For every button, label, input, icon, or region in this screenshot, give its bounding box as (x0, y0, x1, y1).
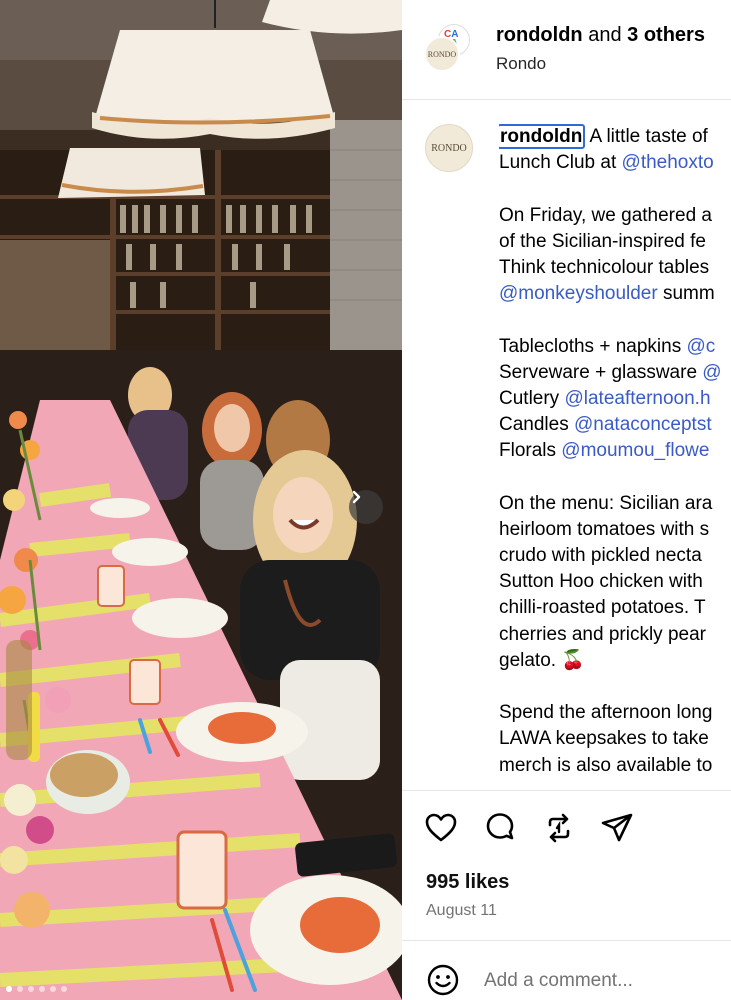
caption-text: On the menu: Sicilian ara (499, 492, 713, 514)
caption-paragraph-gap (499, 674, 731, 700)
caption-line: On the menu: Sicilian ara (499, 491, 731, 517)
caption-line: Sutton Hoo chicken with (499, 569, 731, 595)
carousel-dot[interactable] (17, 986, 23, 992)
caption-line: Spend the afternoon long (499, 700, 731, 726)
caption-text: Cutlery (499, 387, 565, 409)
other-authors-link[interactable]: 3 others (627, 24, 705, 46)
caption-line: heirloom tomatoes with s (499, 517, 731, 543)
caption-mention-link[interactable]: @moumou_flowe (561, 440, 709, 461)
caption-mention-link[interactable]: @monkeyshoulder (499, 283, 658, 304)
caption-line: Lunch Club at @thehoxto (499, 150, 731, 176)
caption-line: of the Sicilian-inspired fe (499, 229, 731, 255)
repost-icon[interactable] (542, 811, 576, 845)
caption-text: summ (657, 283, 715, 305)
caption-first-line-text: A little taste of (585, 126, 708, 147)
caption-mention-link[interactable]: @thehoxto (622, 152, 714, 173)
caption-text: of the Sicilian-inspired fe (499, 230, 706, 252)
post-header: CA SA RONDO rondoldn and 3 others Rondo (402, 0, 731, 100)
caption-text: LAWA keepsakes to take (499, 728, 709, 750)
caption-line: @monkeyshoulder summ (499, 281, 731, 307)
heart-icon[interactable] (424, 811, 458, 845)
authors-connector: and (588, 24, 622, 46)
caption-line: Cutlery @lateafternoon.h (499, 386, 731, 412)
caption-paragraph-gap (499, 176, 731, 202)
post-photo (0, 0, 402, 1000)
post-authors[interactable]: rondoldn and 3 others (496, 24, 705, 47)
comment-bar (402, 940, 731, 1000)
caption-text: Florals (499, 440, 562, 462)
carousel-dot[interactable] (39, 986, 45, 992)
smiley-icon[interactable] (426, 963, 460, 997)
caption-line: crudo with pickled necta (499, 543, 731, 569)
caption-author-avatar[interactable]: RONDO (425, 124, 473, 172)
send-icon[interactable] (600, 811, 634, 845)
carousel-dot[interactable] (28, 986, 34, 992)
post-date[interactable]: August 11 (426, 902, 497, 920)
post-details-panel: CA SA RONDO rondoldn and 3 others Rondo … (402, 0, 731, 1000)
post-caption: rondoldn A little taste of Lunch Club at… (499, 124, 731, 782)
chevron-right-icon (352, 490, 361, 504)
caption-text: Tablecloths + napkins (499, 335, 687, 357)
caption-line: Florals @moumou_flowe (499, 438, 731, 464)
comment-input[interactable] (484, 967, 724, 995)
caption-text: gelato. 🍒 (499, 649, 585, 671)
caption-text: chilli-roasted potatoes. T (499, 597, 706, 619)
caption-line: On Friday, we gathered a (499, 203, 731, 229)
caption-line: gelato. 🍒 (499, 648, 731, 674)
caption-text: On Friday, we gathered a (499, 204, 712, 226)
carousel-dot[interactable] (61, 986, 67, 992)
caption-line: Candles @nataconceptst (499, 412, 731, 438)
caption-text: merch is also available to (499, 754, 713, 776)
caption-mention-link[interactable]: @ (702, 362, 721, 383)
caption-mention-link[interactable]: @c (686, 336, 715, 357)
caption-line: chilli-roasted potatoes. T (499, 595, 731, 621)
caption-username-link[interactable]: rondoldn (499, 124, 586, 149)
author-username[interactable]: rondoldn (496, 24, 583, 46)
caption-text: Serveware + glassware (499, 361, 703, 383)
caption-text: heirloom tomatoes with s (499, 518, 710, 540)
photo-illustration (0, 0, 402, 1000)
caption-text: Lunch Club at (499, 152, 622, 174)
caption-text: Think technicolour tables (499, 256, 710, 278)
carousel-dot[interactable] (6, 986, 12, 992)
caption-line: cherries and prickly pear (499, 622, 731, 648)
post-location[interactable]: Rondo (496, 54, 546, 74)
caption-text: cherries and prickly pear (499, 623, 706, 645)
caption-first-line: rondoldn A little taste of (499, 124, 731, 150)
caption-line: Tablecloths + napkins @c (499, 334, 731, 360)
caption-paragraph-gap (499, 307, 731, 333)
carousel-indicator (6, 986, 67, 992)
caption-line: merch is also available to (499, 753, 731, 779)
caption-line: Think technicolour tables (499, 255, 731, 281)
carousel-dot[interactable] (50, 986, 56, 992)
caption-mention-link[interactable]: @nataconceptst (574, 414, 712, 435)
caption-paragraph-gap (499, 464, 731, 490)
likes-count[interactable]: 995 likes (426, 871, 509, 894)
carousel-next-button[interactable] (349, 490, 383, 524)
caption-line: LAWA keepsakes to take (499, 726, 731, 752)
post-actions: 995 likes August 11 (402, 790, 731, 940)
caption-mention-link[interactable]: @lateafternoon.h (564, 388, 710, 409)
rondo-avatar: RONDO (424, 36, 460, 72)
caption-body: Lunch Club at @thehoxto On Friday, we gat… (499, 150, 731, 779)
caption-text: Spend the afternoon long (499, 702, 713, 724)
caption-line: Serveware + glassware @ (499, 360, 731, 386)
collab-avatars[interactable]: CA SA RONDO (424, 24, 472, 74)
comment-bubble-icon[interactable] (483, 811, 517, 845)
caption-text: crudo with pickled necta (499, 545, 702, 566)
caption-text: Sutton Hoo chicken with (499, 571, 703, 593)
caption-text: Candles (499, 414, 574, 436)
